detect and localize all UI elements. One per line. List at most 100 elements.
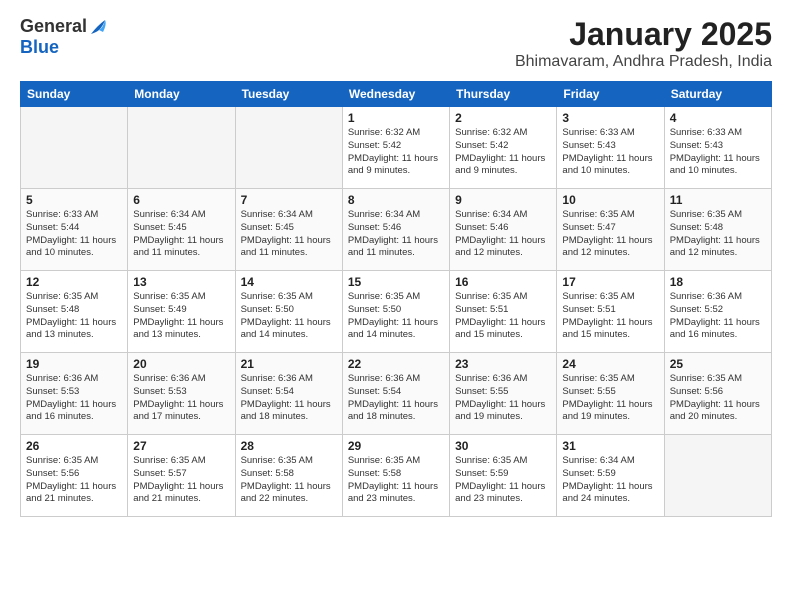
day-details: Sunrise: 6:36 AM Sunset: 5:54 PMDaylight… (348, 373, 444, 424)
table-row: 24Sunrise: 6:35 AM Sunset: 5:55 PMDaylig… (557, 353, 664, 435)
day-details: Sunrise: 6:34 AM Sunset: 5:46 PMDaylight… (348, 209, 444, 260)
day-number: 5 (26, 193, 122, 207)
day-number: 6 (133, 193, 229, 207)
day-details: Sunrise: 6:36 AM Sunset: 5:53 PMDaylight… (26, 373, 122, 424)
table-row: 26 Sunrise: 6:35 AM Sunset: 5:56 PMDaylig… (21, 435, 128, 517)
day-details: Sunrise: 6:36 AM Sunset: 5:53 PMDaylight… (133, 373, 229, 424)
day-details: Sunrise: 6:36 AM Sunset: 5:55 PMDaylight… (455, 373, 551, 424)
calendar-subtitle: Bhimavaram, Andhra Pradesh, India (515, 53, 772, 71)
table-row: 14Sunrise: 6:35 AM Sunset: 5:50 PMDaylig… (235, 271, 342, 353)
day-number: 17 (562, 275, 658, 289)
day-number: 30 (455, 439, 551, 453)
table-row: 20 Sunrise: 6:36 AM Sunset: 5:53 PMDaylig… (128, 353, 235, 435)
day-details: Sunrise: 6:35 AM Sunset: 5:51 PMDaylight… (455, 291, 551, 342)
day-details: Sunrise: 6:36 AM Sunset: 5:54 PMDaylight… (241, 373, 337, 424)
table-row (235, 107, 342, 189)
day-details: Sunrise: 6:32 AM Sunset: 5:42 PMDaylight… (455, 127, 551, 178)
day-number: 13 (133, 275, 229, 289)
table-row: 21 Sunrise: 6:36 AM Sunset: 5:54 PMDaylig… (235, 353, 342, 435)
table-row: 16 Sunrise: 6:35 AM Sunset: 5:51 PMDaylig… (450, 271, 557, 353)
table-row: 29 Sunrise: 6:35 AM Sunset: 5:58 PMDaylig… (342, 435, 449, 517)
table-row: 28Sunrise: 6:35 AM Sunset: 5:58 PMDaylig… (235, 435, 342, 517)
day-details: Sunrise: 6:35 AM Sunset: 5:51 PMDaylight… (562, 291, 658, 342)
page: General Blue January 2025 Bhimavaram, An… (0, 0, 792, 612)
logo-general: General (20, 17, 87, 37)
day-number: 8 (348, 193, 444, 207)
day-number: 11 (670, 193, 766, 207)
day-number: 20 (133, 357, 229, 371)
day-details: Sunrise: 6:32 AM Sunset: 5:42 PMDaylight… (348, 127, 444, 178)
day-details: Sunrise: 6:34 AM Sunset: 5:45 PMDaylight… (133, 209, 229, 260)
day-number: 3 (562, 111, 658, 125)
day-details: Sunrise: 6:35 AM Sunset: 5:59 PMDaylight… (455, 455, 551, 506)
day-details: Sunrise: 6:34 AM Sunset: 5:45 PMDaylight… (241, 209, 337, 260)
day-number: 1 (348, 111, 444, 125)
table-row: 25 Sunrise: 6:35 AM Sunset: 5:56 PMDaylig… (664, 353, 771, 435)
day-number: 7 (241, 193, 337, 207)
table-row: 9 Sunrise: 6:34 AM Sunset: 5:46 PMDayligh… (450, 189, 557, 271)
title-section: January 2025 Bhimavaram, Andhra Pradesh,… (515, 16, 772, 71)
header: General Blue January 2025 Bhimavaram, An… (20, 16, 772, 71)
day-details: Sunrise: 6:35 AM Sunset: 5:50 PMDaylight… (348, 291, 444, 342)
table-row: 23Sunrise: 6:36 AM Sunset: 5:55 PMDaylig… (450, 353, 557, 435)
table-row: 11Sunrise: 6:35 AM Sunset: 5:48 PMDaylig… (664, 189, 771, 271)
day-number: 9 (455, 193, 551, 207)
col-thursday: Thursday (450, 82, 557, 107)
table-row: 22 Sunrise: 6:36 AM Sunset: 5:54 PMDaylig… (342, 353, 449, 435)
col-tuesday: Tuesday (235, 82, 342, 107)
table-row: 19Sunrise: 6:36 AM Sunset: 5:53 PMDaylig… (21, 353, 128, 435)
day-details: Sunrise: 6:35 AM Sunset: 5:56 PMDaylight… (670, 373, 766, 424)
day-details: Sunrise: 6:35 AM Sunset: 5:58 PMDaylight… (348, 455, 444, 506)
table-row: 17 Sunrise: 6:35 AM Sunset: 5:51 PMDaylig… (557, 271, 664, 353)
table-row (21, 107, 128, 189)
calendar-week-row: 19Sunrise: 6:36 AM Sunset: 5:53 PMDaylig… (21, 353, 772, 435)
day-details: Sunrise: 6:35 AM Sunset: 5:57 PMDaylight… (133, 455, 229, 506)
table-row: 2 Sunrise: 6:32 AM Sunset: 5:42 PMDayligh… (450, 107, 557, 189)
table-row: 6 Sunrise: 6:34 AM Sunset: 5:45 PMDayligh… (128, 189, 235, 271)
day-details: Sunrise: 6:33 AM Sunset: 5:43 PMDaylight… (562, 127, 658, 178)
day-details: Sunrise: 6:34 AM Sunset: 5:46 PMDaylight… (455, 209, 551, 260)
table-row: 30 Sunrise: 6:35 AM Sunset: 5:59 PMDaylig… (450, 435, 557, 517)
table-row (128, 107, 235, 189)
table-row: 13 Sunrise: 6:35 AM Sunset: 5:49 PMDaylig… (128, 271, 235, 353)
table-row: 15Sunrise: 6:35 AM Sunset: 5:50 PMDaylig… (342, 271, 449, 353)
day-number: 2 (455, 111, 551, 125)
day-number: 29 (348, 439, 444, 453)
calendar-week-row: 1 Sunrise: 6:32 AM Sunset: 5:42 PMDayligh… (21, 107, 772, 189)
table-row: 27 Sunrise: 6:35 AM Sunset: 5:57 PMDaylig… (128, 435, 235, 517)
logo-text: General Blue (20, 16, 107, 58)
col-saturday: Saturday (664, 82, 771, 107)
day-details: Sunrise: 6:35 AM Sunset: 5:55 PMDaylight… (562, 373, 658, 424)
table-row: 5Sunrise: 6:33 AM Sunset: 5:44 PMDayligh… (21, 189, 128, 271)
day-number: 27 (133, 439, 229, 453)
table-row: 7 Sunrise: 6:34 AM Sunset: 5:45 PMDayligh… (235, 189, 342, 271)
logo-bird-icon (89, 16, 107, 38)
calendar-header-row: Sunday Monday Tuesday Wednesday Thursday… (21, 82, 772, 107)
day-number: 26 (26, 439, 122, 453)
day-number: 16 (455, 275, 551, 289)
table-row: 31Sunrise: 6:34 AM Sunset: 5:59 PMDaylig… (557, 435, 664, 517)
day-details: Sunrise: 6:35 AM Sunset: 5:49 PMDaylight… (133, 291, 229, 342)
table-row: 10 Sunrise: 6:35 AM Sunset: 5:47 PMDaylig… (557, 189, 664, 271)
day-number: 12 (26, 275, 122, 289)
day-details: Sunrise: 6:35 AM Sunset: 5:56 PMDaylight… (26, 455, 122, 506)
day-number: 22 (348, 357, 444, 371)
table-row: 4Sunrise: 6:33 AM Sunset: 5:43 PMDayligh… (664, 107, 771, 189)
day-number: 25 (670, 357, 766, 371)
logo: General Blue (20, 16, 107, 58)
col-sunday: Sunday (21, 82, 128, 107)
day-number: 4 (670, 111, 766, 125)
day-number: 21 (241, 357, 337, 371)
day-number: 18 (670, 275, 766, 289)
calendar-week-row: 5Sunrise: 6:33 AM Sunset: 5:44 PMDayligh… (21, 189, 772, 271)
day-details: Sunrise: 6:35 AM Sunset: 5:58 PMDaylight… (241, 455, 337, 506)
day-number: 10 (562, 193, 658, 207)
day-details: Sunrise: 6:36 AM Sunset: 5:52 PMDaylight… (670, 291, 766, 342)
calendar-table: Sunday Monday Tuesday Wednesday Thursday… (20, 81, 772, 517)
calendar-week-row: 12Sunrise: 6:35 AM Sunset: 5:48 PMDaylig… (21, 271, 772, 353)
table-row: 18 Sunrise: 6:36 AM Sunset: 5:52 PMDaylig… (664, 271, 771, 353)
day-details: Sunrise: 6:35 AM Sunset: 5:47 PMDaylight… (562, 209, 658, 260)
day-number: 14 (241, 275, 337, 289)
table-row: 8 Sunrise: 6:34 AM Sunset: 5:46 PMDayligh… (342, 189, 449, 271)
day-details: Sunrise: 6:34 AM Sunset: 5:59 PMDaylight… (562, 455, 658, 506)
